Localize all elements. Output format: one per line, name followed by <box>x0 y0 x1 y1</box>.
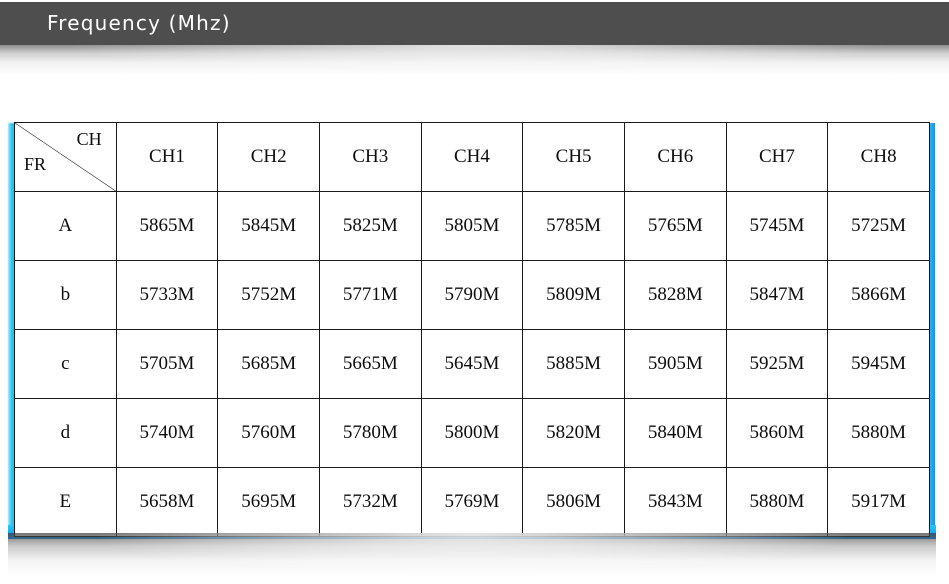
cell-b-ch5: 5809M <box>522 260 625 330</box>
cell-e-ch8: 5917M <box>827 467 930 537</box>
table-row: E 5658M 5695M 5732M 5769M 5806M 5843M 58… <box>14 467 930 537</box>
row-header-band-d: d <box>14 398 117 468</box>
cell-a-ch2: 5845M <box>217 191 320 261</box>
cell-d-ch4: 5800M <box>420 398 524 468</box>
cell-b-ch3: 5771M <box>318 260 422 330</box>
page-header-banner: Frequency (Mhz) <box>0 0 949 76</box>
banner-background: Frequency (Mhz) <box>0 2 949 45</box>
cell-a-ch5: 5785M <box>522 191 625 261</box>
cell-e-ch6: 5843M <box>623 467 727 537</box>
cell-e-ch4: 5769M <box>420 467 524 537</box>
column-header-ch2: CH2 <box>217 122 320 192</box>
cell-a-ch7: 5745M <box>725 191 829 261</box>
cell-b-ch1: 5733M <box>115 260 219 330</box>
cell-e-ch3: 5732M <box>318 467 422 537</box>
banner-shadow-highlight <box>0 45 949 75</box>
cell-d-ch6: 5840M <box>623 398 727 468</box>
cell-d-ch7: 5860M <box>725 398 829 468</box>
cell-b-ch7: 5847M <box>725 260 829 330</box>
cell-c-ch3: 5665M <box>318 329 422 399</box>
cell-c-ch4: 5645M <box>420 329 524 399</box>
frequency-table-frame: CH FR CH1 CH2 CH3 CH4 CH5 CH6 CH7 CH8 A … <box>8 119 936 539</box>
cell-c-ch2: 5685M <box>217 329 320 399</box>
column-header-ch8: CH8 <box>827 122 930 192</box>
cell-c-ch6: 5905M <box>623 329 727 399</box>
cell-e-ch7: 5880M <box>725 467 829 537</box>
cell-e-ch2: 5695M <box>217 467 320 537</box>
table-row: b 5733M 5752M 5771M 5790M 5809M 5828M 58… <box>14 260 930 330</box>
column-header-ch3: CH3 <box>318 122 422 192</box>
cell-b-ch6: 5828M <box>623 260 727 330</box>
cell-b-ch8: 5866M <box>827 260 930 330</box>
cell-a-ch8: 5725M <box>827 191 930 261</box>
cell-e-ch5: 5806M <box>522 467 625 537</box>
cell-e-ch1: 5658M <box>115 467 219 537</box>
cell-c-ch7: 5925M <box>725 329 829 399</box>
row-header-band-b: b <box>14 260 117 330</box>
row-header-band-c: c <box>14 329 117 399</box>
cell-d-ch1: 5740M <box>115 398 219 468</box>
cell-b-ch2: 5752M <box>217 260 320 330</box>
table-header-row: CH FR CH1 CH2 CH3 CH4 CH5 CH6 CH7 CH8 <box>14 122 930 192</box>
cell-a-ch3: 5825M <box>318 191 422 261</box>
cell-d-ch5: 5820M <box>522 398 625 468</box>
table-row: A 5865M 5845M 5825M 5805M 5785M 5765M 57… <box>14 191 930 261</box>
corner-row-axis-label: FR <box>24 154 47 174</box>
cell-a-ch6: 5765M <box>623 191 727 261</box>
cell-a-ch4: 5805M <box>420 191 524 261</box>
cell-a-ch1: 5865M <box>115 191 219 261</box>
frequency-table: CH FR CH1 CH2 CH3 CH4 CH5 CH6 CH7 CH8 A … <box>14 122 930 537</box>
cell-d-ch3: 5780M <box>318 398 422 468</box>
row-header-band-e: E <box>14 467 117 537</box>
page-title: Frequency (Mhz) <box>47 11 231 35</box>
column-header-ch4: CH4 <box>420 122 524 192</box>
cell-c-ch5: 5885M <box>522 329 625 399</box>
cell-c-ch8: 5945M <box>827 329 930 399</box>
column-header-ch7: CH7 <box>725 122 829 192</box>
column-header-ch5: CH5 <box>522 122 625 192</box>
row-header-band-a: A <box>14 191 117 261</box>
cell-d-ch8: 5880M <box>827 398 930 468</box>
table-shadow-highlight <box>8 533 936 577</box>
column-header-ch1: CH1 <box>115 122 219 192</box>
cell-c-ch1: 5705M <box>115 329 219 399</box>
column-header-ch6: CH6 <box>623 122 727 192</box>
table-corner-cell: CH FR <box>14 122 117 192</box>
corner-column-axis-label: CH <box>76 129 102 149</box>
cell-d-ch2: 5760M <box>217 398 320 468</box>
table-row: c 5705M 5685M 5665M 5645M 5885M 5905M 59… <box>14 329 930 399</box>
table-row: d 5740M 5760M 5780M 5800M 5820M 5840M 58… <box>14 398 930 468</box>
cell-b-ch4: 5790M <box>420 260 524 330</box>
